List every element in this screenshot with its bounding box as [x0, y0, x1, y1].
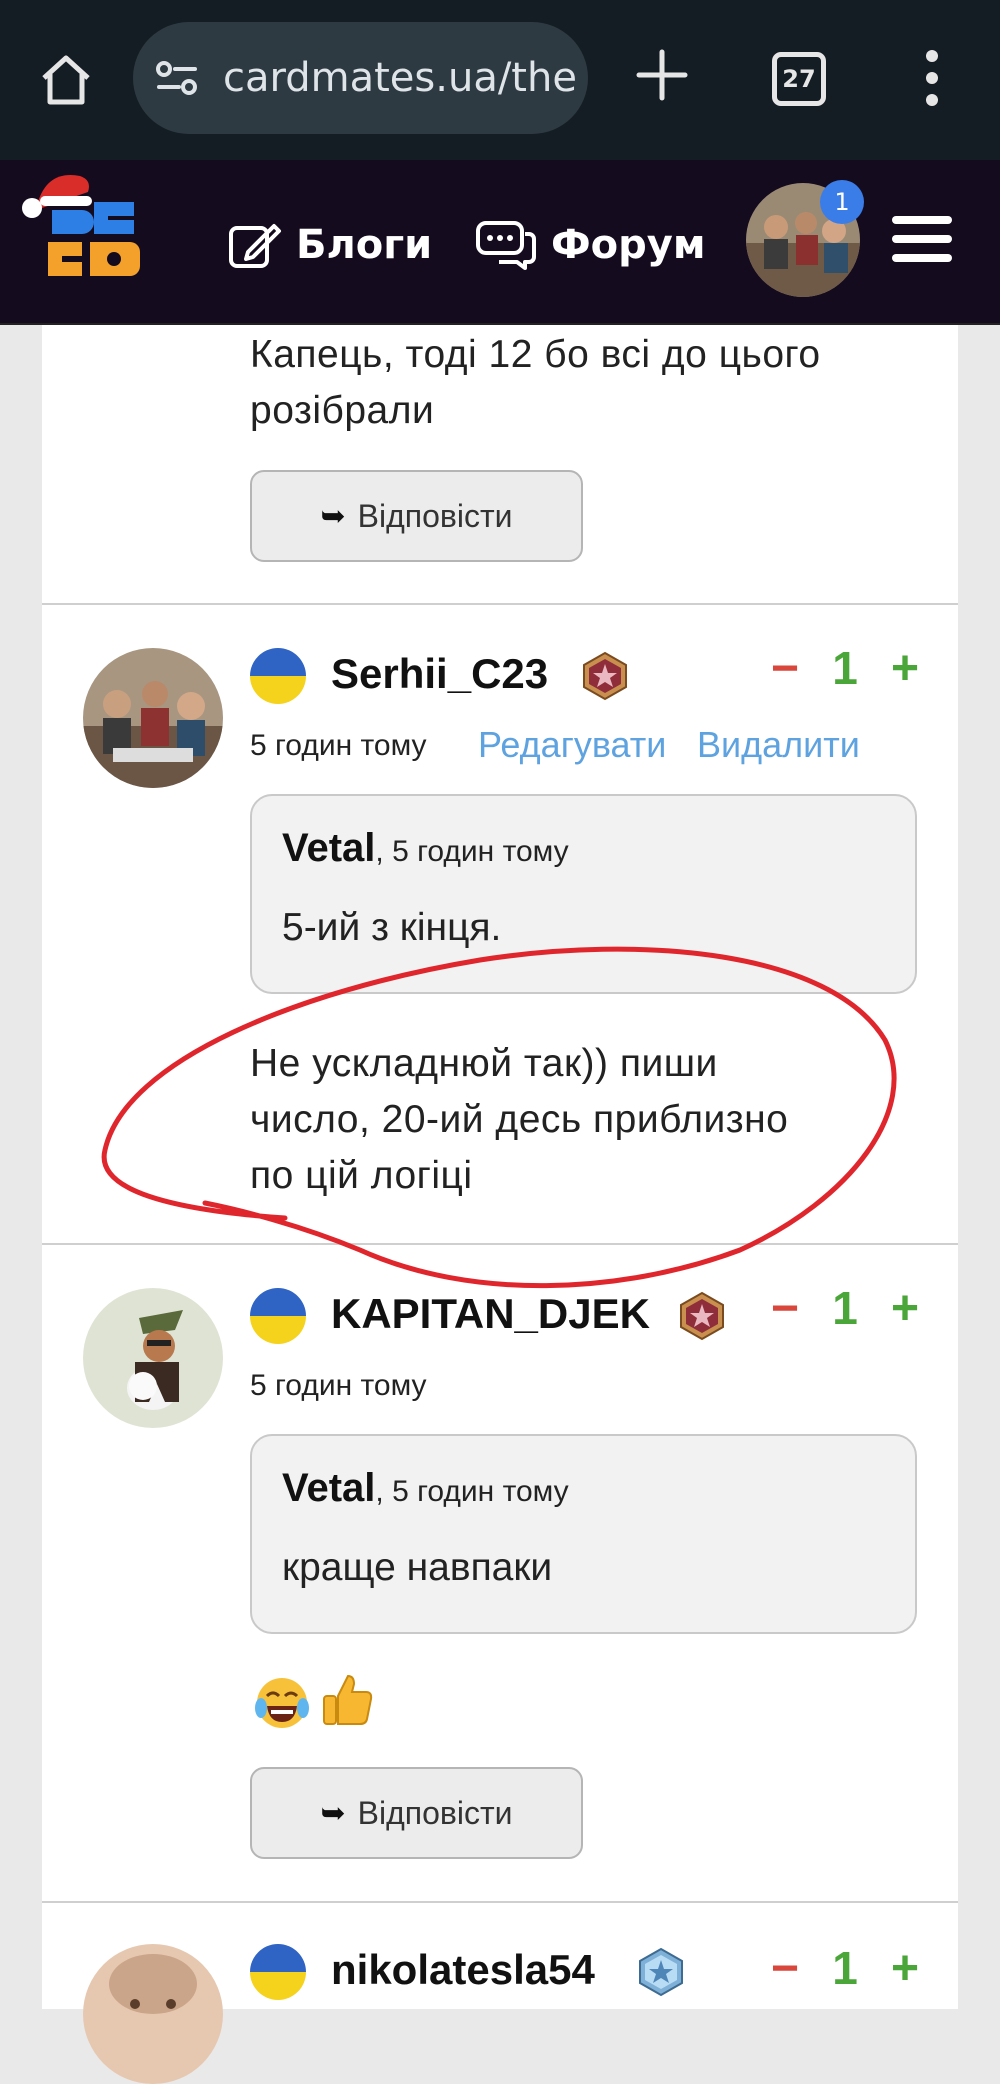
- thumbs-up-emoji-icon: [323, 1674, 373, 1725]
- home-icon[interactable]: [36, 50, 96, 110]
- vote-score: 1: [832, 1282, 858, 1334]
- upvote-button[interactable]: +: [885, 1941, 925, 1996]
- site-header: Блоги Форум 1: [0, 160, 1000, 325]
- nav-blogs-label: Блоги: [296, 222, 433, 268]
- quote-author[interactable]: Vetal: [282, 1466, 375, 1510]
- delete-link[interactable]: Видалити: [697, 724, 860, 766]
- username[interactable]: nikolatesla54: [331, 1946, 595, 1994]
- menu-icon[interactable]: [890, 214, 954, 264]
- quote-author-line: Vetal, 5 годин тому: [282, 1466, 569, 1511]
- rank-badge-icon: [583, 651, 627, 701]
- more-options-icon[interactable]: [915, 48, 949, 108]
- vote-score: 1: [832, 642, 858, 694]
- avatar[interactable]: [83, 1288, 223, 1428]
- chat-icon: [476, 221, 536, 270]
- comment-text-line: розібрали: [250, 389, 435, 432]
- username[interactable]: Serhii_C23: [331, 650, 548, 698]
- rank-badge-icon: [680, 1291, 724, 1341]
- edit-icon: [229, 224, 281, 268]
- flag-icon: [250, 1944, 306, 2000]
- comment-time: 5 годин тому: [250, 1369, 427, 1402]
- comment-divider: [42, 1901, 958, 1903]
- upvote-button[interactable]: +: [885, 641, 925, 696]
- quote-separator: ,: [375, 835, 393, 868]
- quote-text: 5-ий з кінця.: [282, 906, 502, 949]
- tears-of-joy-emoji-icon: [255, 1678, 309, 1728]
- quote-time: 5 годин тому: [392, 835, 569, 868]
- quote-author-line: Vetal, 5 годин тому: [282, 826, 569, 871]
- notification-badge[interactable]: 1: [820, 180, 864, 224]
- vote-score: 1: [832, 1942, 858, 1994]
- reply-button[interactable]: ➥ Відповісти: [250, 470, 583, 562]
- nav-blogs-link[interactable]: Блоги: [228, 215, 432, 275]
- site-logo[interactable]: [18, 162, 158, 292]
- quoted-comment: Vetal, 5 годин тому краще навпаки: [250, 1434, 917, 1634]
- comment-text-line: число, 20-ий десь приблизно: [250, 1098, 789, 1141]
- url-text[interactable]: cardmates.ua/the: [223, 52, 579, 104]
- reply-button[interactable]: ➥ Відповісти: [250, 1767, 583, 1859]
- downvote-button[interactable]: −: [765, 1281, 805, 1336]
- downvote-button[interactable]: −: [765, 1941, 805, 1996]
- comment-divider: [42, 603, 958, 605]
- site-settings-icon[interactable]: [155, 60, 199, 96]
- reply-arrow-icon: ➥: [320, 1796, 346, 1830]
- reply-label: Відповісти: [357, 497, 513, 534]
- upvote-button[interactable]: +: [885, 1281, 925, 1336]
- downvote-button[interactable]: −: [765, 641, 805, 696]
- comment-divider: [42, 1243, 958, 1245]
- reply-arrow-icon: ➥: [320, 499, 346, 533]
- nav-forum-label: Форум: [551, 222, 706, 268]
- comments-panel: [42, 325, 958, 2009]
- rank-badge-icon: [639, 1947, 683, 1997]
- quote-separator: ,: [375, 1475, 393, 1508]
- avatar[interactable]: [83, 1944, 223, 2084]
- username[interactable]: KAPITAN_DJEK: [331, 1290, 650, 1338]
- comment-text-line: Не ускладнюй так)) пиши: [250, 1042, 718, 1085]
- vote-controls: − 1 +: [765, 1940, 925, 1996]
- nav-forum-link[interactable]: Форум: [475, 215, 706, 275]
- quote-author[interactable]: Vetal: [282, 826, 375, 870]
- flag-icon: [250, 648, 306, 704]
- comment-text-line: по цій логіці: [250, 1154, 473, 1197]
- quote-text: краще навпаки: [282, 1546, 553, 1589]
- quote-time: 5 годин тому: [392, 1475, 569, 1508]
- comment-time: 5 годин тому: [250, 729, 427, 762]
- browser-toolbar: cardmates.ua/the 27: [0, 0, 1000, 160]
- vote-controls: − 1 +: [765, 640, 925, 696]
- new-tab-icon[interactable]: [635, 48, 689, 102]
- vote-controls: − 1 +: [765, 1280, 925, 1336]
- flag-icon: [250, 1288, 306, 1344]
- address-bar[interactable]: cardmates.ua/the: [133, 22, 588, 134]
- avatar[interactable]: [83, 648, 223, 788]
- tab-switcher-button[interactable]: 27: [772, 52, 826, 106]
- reply-label: Відповісти: [357, 1794, 513, 1831]
- edit-link[interactable]: Редагувати: [478, 724, 666, 766]
- quoted-comment: Vetal, 5 годин тому 5-ий з кінця.: [250, 794, 917, 994]
- comment-text-line: Капець, тоді 12 бо всі до цього: [250, 333, 821, 376]
